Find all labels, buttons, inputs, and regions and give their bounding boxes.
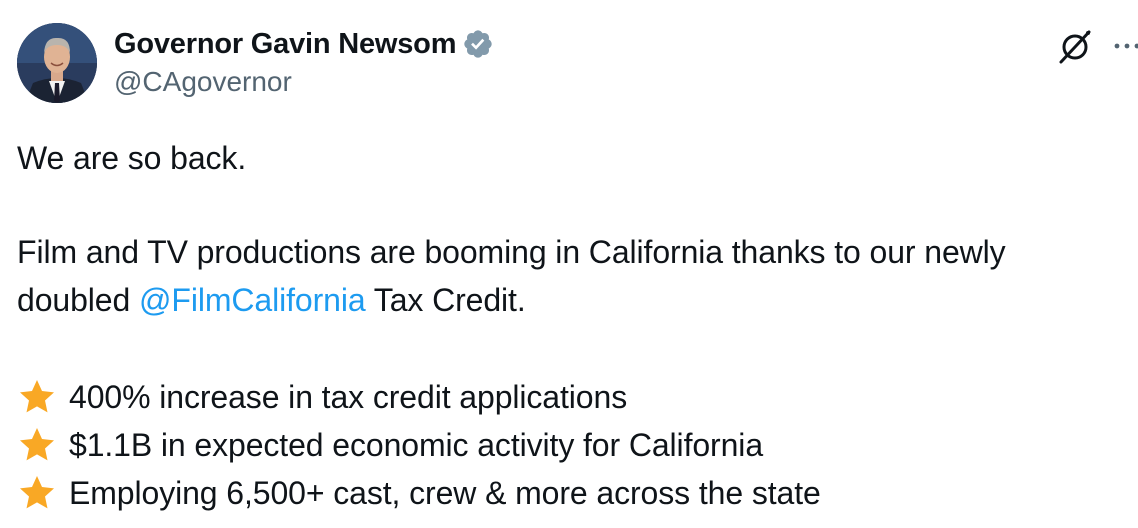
tweet-line-3: doubled @FilmCalifornia Tax Credit.	[17, 276, 526, 324]
list-item: $1.1B in expected economic activity for …	[17, 421, 763, 469]
tweet-line-3-suffix: Tax Credit.	[365, 282, 526, 318]
list-item: Employing 6,500+ cast, crew & more acros…	[17, 469, 821, 517]
star-icon	[20, 428, 54, 461]
author-display-name[interactable]: Governor Gavin Newsom	[114, 28, 456, 61]
avatar[interactable]	[17, 23, 97, 103]
star-icon	[20, 380, 54, 413]
author-handle[interactable]: @CAgovernor	[114, 66, 292, 98]
tweet-line-2: Film and TV productions are booming in C…	[17, 234, 1006, 270]
tweet-line-1: We are so back.	[17, 140, 247, 176]
list-item-text: 400% increase in tax credit applications	[69, 378, 628, 415]
mention-link[interactable]: @FilmCalifornia	[139, 282, 366, 318]
verified-badge-icon[interactable]	[462, 28, 494, 60]
avatar-photo	[17, 23, 97, 103]
list-item: 400% increase in tax credit applications	[17, 373, 627, 421]
grok-slash-icon[interactable]	[1055, 26, 1095, 66]
tweet-card: Governor Gavin Newsom @CAgovernor We are…	[0, 0, 1138, 528]
author-name-row: Governor Gavin Newsom	[114, 26, 494, 62]
star-icon	[20, 476, 54, 509]
tweet-line-3-prefix: doubled	[17, 282, 139, 318]
list-item-text: $1.1B in expected economic activity for …	[69, 426, 764, 463]
more-dots-icon[interactable]	[1112, 36, 1138, 56]
list-item-text: Employing 6,500+ cast, crew & more acros…	[69, 474, 821, 511]
